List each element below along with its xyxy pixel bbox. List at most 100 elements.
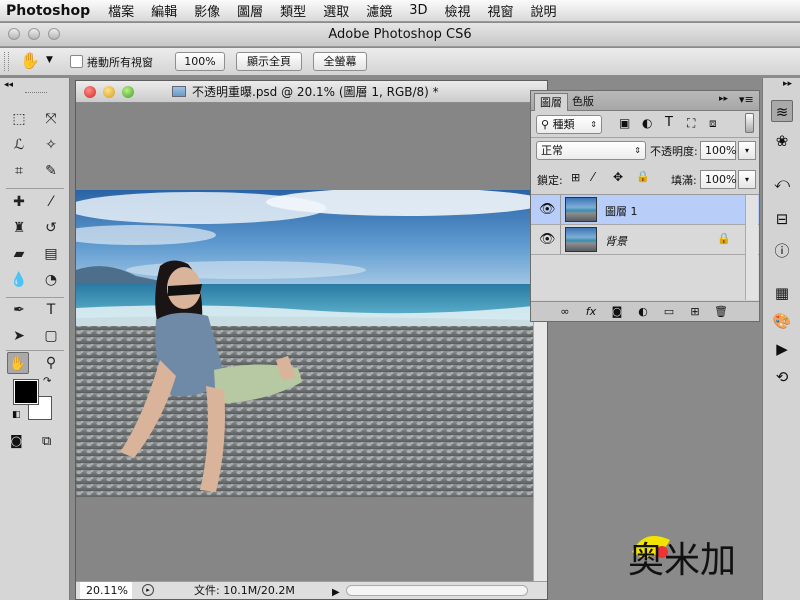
document-minimize-button[interactable] [103,86,115,98]
color-panel-icon[interactable]: 🎨 [771,310,793,332]
opacity-input[interactable]: 100% [700,141,736,160]
layers-scrollbar[interactable] [745,195,758,300]
link-layers-icon[interactable]: ∞ [557,304,573,320]
status-info-icon[interactable]: ▸ [142,584,154,596]
window-close-button[interactable] [8,28,20,40]
dodge-tool-icon[interactable]: ◔ [40,269,62,291]
opacity-dropdown-icon[interactable]: ▾ [738,141,756,160]
tools-collapse-icon[interactable]: ◂◂ [4,80,13,90]
screen-mode-icon[interactable]: ⧉ [42,434,51,449]
horizontal-scrollbar[interactable] [346,585,528,596]
filter-kind-select[interactable]: ⚲ 種類 ⇕ [536,115,602,134]
tab-layers[interactable]: 圖層 [534,93,568,111]
filter-pixel-icon[interactable]: ▣ [619,116,630,130]
canvas-image[interactable] [76,190,533,497]
info-panel-icon[interactable]: ⓘ [771,240,793,262]
healing-brush-tool-icon[interactable]: ✚ [8,191,30,213]
default-colors-icon[interactable]: ◧ [12,410,21,420]
eraser-tool-icon[interactable]: ▰ [8,243,30,265]
menu-image[interactable]: 影像 [194,1,220,20]
new-layer-icon[interactable]: ⊞ [687,304,703,320]
trash-icon[interactable]: 🗑 [713,304,729,320]
layer-name[interactable]: 圖層 1 [605,203,638,219]
lock-position-icon[interactable]: ✥ [613,170,623,184]
menu-layer[interactable]: 圖層 [237,1,263,20]
tool-preset-hand-icon[interactable]: ✋ [20,51,40,70]
marquee-tool-icon[interactable]: ⬚ [8,108,30,130]
layer-name[interactable]: 背景 [605,233,627,249]
zoom-tool-icon[interactable]: ⚲ [40,352,62,374]
menu-edit[interactable]: 編輯 [151,1,177,20]
zoom-100-button[interactable]: 100% [175,52,225,71]
document-close-button[interactable] [84,86,96,98]
mac-menu-bar: Photoshop 檔案 編輯 影像 圖層 類型 選取 濾鏡 3D 檢視 視窗 … [0,0,800,22]
fit-screen-button[interactable]: 顯示全頁 [236,52,302,71]
menu-file[interactable]: 檔案 [108,1,134,20]
panel-collapse-icon[interactable]: ▸▸ [719,94,728,104]
layer-row-background[interactable]: 👁 背景 🔒 [531,225,759,255]
visibility-eye-icon[interactable]: 👁 [539,202,556,217]
properties-panel-icon[interactable]: ⊟ [771,208,793,230]
status-menu-arrow-icon[interactable]: ▶ [332,584,340,600]
lasso-tool-icon[interactable]: ℒ [8,134,30,156]
menu-help[interactable]: 說明 [531,1,557,20]
visibility-eye-icon[interactable]: 👁 [539,232,556,247]
swap-colors-icon[interactable]: ↷ [43,376,51,387]
document-zoom-button[interactable] [122,86,134,98]
brush-tool-icon[interactable]: ⁄ [40,191,62,213]
fx-icon[interactable]: fx [583,304,599,320]
zoom-level-field[interactable]: 20.11% [80,582,132,599]
menu-3d[interactable]: 3D [409,3,427,18]
new-group-icon[interactable]: ▭ [661,304,677,320]
scroll-all-checkbox[interactable] [70,55,83,68]
lock-transparent-icon[interactable]: ⊞ [571,171,580,184]
add-mask-icon[interactable]: ◙ [609,304,625,320]
crop-tool-icon[interactable]: ⌗ [8,160,30,182]
filter-type-icon[interactable]: T [665,115,673,130]
fill-dropdown-icon[interactable]: ▾ [738,170,756,189]
eyedropper-tool-icon[interactable]: ✎ [40,160,62,182]
hand-tool-icon[interactable]: ✋ [7,352,29,374]
magic-wand-tool-icon[interactable]: ✧ [40,134,62,156]
history-panel-icon[interactable]: ⟲ [771,366,793,388]
clone-stamp-tool-icon[interactable]: ♜ [8,217,30,239]
quick-mask-icon[interactable]: ◙ [10,434,23,449]
type-tool-icon[interactable]: T [40,299,62,321]
gradient-tool-icon[interactable]: ▤ [40,243,62,265]
swatches-panel-icon[interactable]: ▦ [771,282,793,304]
filter-shape-icon[interactable]: ⛶ [687,116,695,131]
menu-type[interactable]: 類型 [280,1,306,20]
menu-select[interactable]: 選取 [323,1,349,20]
menu-filter[interactable]: 濾鏡 [366,1,392,20]
panel-menu-icon[interactable]: ▾≡ [739,93,754,106]
dock-expand-icon[interactable]: ▸▸ [783,79,792,89]
tab-channels[interactable]: 色版 [567,93,599,111]
history-brush-tool-icon[interactable]: ↺ [40,217,62,239]
shape-tool-icon[interactable]: ▢ [40,325,62,347]
filter-toggle-switch[interactable] [745,113,754,133]
paths-panel-icon[interactable]: ⤺ [771,172,793,194]
layer-row-layer1[interactable]: 👁 圖層 1 [531,195,759,225]
filter-adjustment-icon[interactable]: ◐ [642,116,652,130]
menu-view[interactable]: 檢視 [445,1,471,20]
menu-window[interactable]: 視窗 [488,1,514,20]
blur-tool-icon[interactable]: 💧 [8,269,30,291]
lock-all-icon[interactable]: 🔒 [636,170,650,183]
lock-image-brush-icon[interactable]: ⁄ [592,170,594,184]
path-selection-tool-icon[interactable]: ➤ [8,325,30,347]
actions-panel-icon[interactable]: ▶ [771,338,793,360]
tool-preset-chevron-icon[interactable]: ▼ [46,55,53,65]
foreground-color-swatch[interactable] [13,379,39,405]
layers-panel-icon[interactable]: ≋ [771,100,793,122]
window-zoom-button[interactable] [48,28,60,40]
move-tool-icon[interactable]: ⤧ [40,108,62,130]
pen-tool-icon[interactable]: ✒ [8,299,30,321]
filter-smart-object-icon[interactable]: ⧈ [709,116,717,131]
fill-input[interactable]: 100% [700,170,736,189]
channels-panel-icon[interactable]: ❀ [771,130,793,152]
new-adjustment-layer-icon[interactable]: ◐ [635,304,651,320]
app-menu[interactable]: Photoshop [6,3,90,19]
blend-mode-select[interactable]: 正常 ⇕ [536,141,646,160]
window-minimize-button[interactable] [28,28,40,40]
fill-screen-button[interactable]: 全螢幕 [313,52,367,71]
